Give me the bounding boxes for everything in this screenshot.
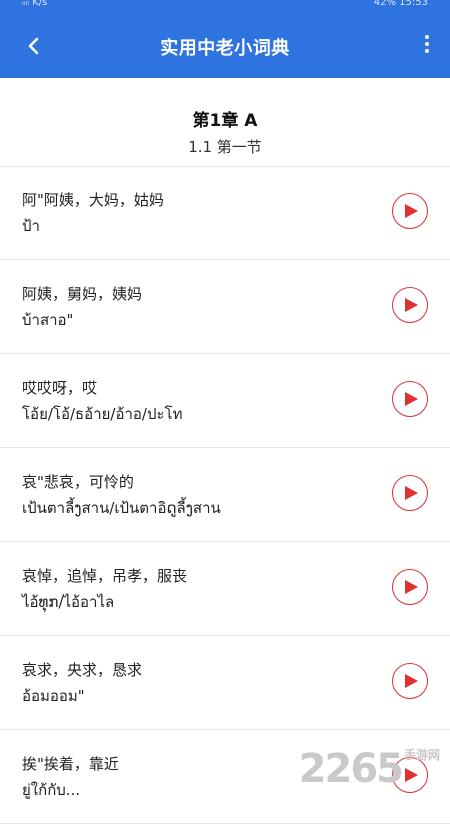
signal-indicator: ᵢᵢₗₗ K/s (22, 0, 48, 8)
entry-lao: บ้าสาอ" (22, 311, 74, 329)
play-button[interactable] (392, 287, 428, 323)
list-item[interactable]: 阿姨，舅妈，姨妈 บ้าสาอ" (0, 260, 450, 354)
entry-chinese: 挨"挨着，靠近 (22, 755, 119, 773)
play-button[interactable] (392, 193, 428, 229)
entry-lao: ไอ้ທຸກ/ไอ้อาไล (22, 593, 115, 611)
watermark-suffix: 手游网 (403, 748, 440, 762)
entry-list: 阿"阿姨，大妈，姑妈 ป้า 阿姨，舅妈，姨妈 บ้าสาอ" 哎哎呀，哎 โอ… (0, 166, 450, 824)
entry-chinese: 哀"悲哀，可怜的 (22, 473, 134, 491)
section-title: 1.1 第一节 (188, 138, 262, 156)
entry-chinese: 阿姨，舅妈，姨妈 (22, 285, 143, 303)
watermark-text: 2265 (298, 746, 404, 792)
more-vertical-icon (425, 35, 429, 39)
play-icon (405, 298, 418, 312)
list-item[interactable]: 哎哎呀，哎 โอ้ย/โอ้/ธอ้าย/อ้าอ/ปะโท (0, 354, 450, 448)
list-item[interactable]: 哀悼，追悼，吊孝，服丧 ไอ้ທຸກ/ไอ้อาไล (0, 542, 450, 636)
app-bar: 实用中老小词典 (0, 14, 450, 78)
play-button[interactable] (392, 569, 428, 605)
entry-lao: เป้นตาลี้ງสาน/เป้นตาอิດูลี้ງสาน (22, 499, 221, 517)
play-button[interactable] (392, 475, 428, 511)
play-icon (405, 674, 418, 688)
play-button[interactable] (392, 663, 428, 699)
play-icon (405, 580, 418, 594)
watermark-logo: 2265 手游网 (299, 746, 440, 792)
play-button[interactable] (392, 381, 428, 417)
chapter-header: 第1章 A 1.1 第一节 (0, 78, 450, 167)
chapter-title: 第1章 A (192, 111, 258, 131)
status-bar: ᵢᵢₗₗ K/s 42% 15:53 (0, 0, 450, 14)
entry-chinese: 哀求，央求，恳求 (22, 661, 143, 679)
more-menu-button[interactable] (420, 32, 434, 60)
page-title: 实用中老小词典 (160, 38, 290, 59)
entry-lao: ยู่ใก้กับ... (22, 781, 81, 799)
list-item[interactable]: 哀求，央求，恳求 อ้อมออม" (0, 636, 450, 730)
play-icon (405, 486, 418, 500)
entry-lao: ป้า (22, 217, 40, 235)
entry-lao: อ้อมออม" (22, 687, 85, 705)
entry-chinese: 阿"阿姨，大妈，姑妈 (22, 191, 164, 209)
entry-chinese: 哎哎呀，哎 (22, 379, 98, 397)
play-icon (405, 392, 418, 406)
entry-lao: โอ้ย/โอ้/ธอ้าย/อ้าอ/ปะโท (22, 405, 183, 423)
list-item[interactable]: 哀"悲哀，可怜的 เป้นตาลี้ງสาน/เป้นตาอิດูลี้ງสาน (0, 448, 450, 542)
battery-clock: 42% 15:53 (373, 0, 428, 8)
play-icon (405, 204, 418, 218)
entry-chinese: 哀悼，追悼，吊孝，服丧 (22, 567, 188, 585)
list-item[interactable]: 阿"阿姨，大妈，姑妈 ป้า (0, 166, 450, 260)
